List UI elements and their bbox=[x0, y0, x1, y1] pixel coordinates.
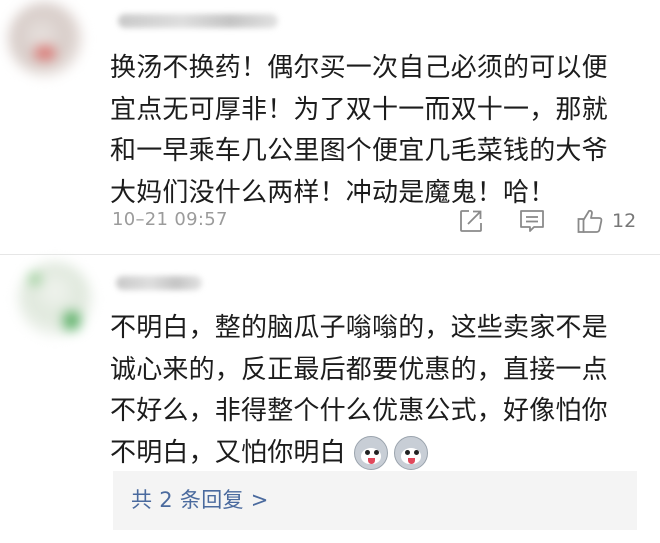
comment-feed: 换汤不换药！偶尔买一次自己必须的可以便 宜点无可厚非！为了双十一而双十一，那就 … bbox=[0, 0, 660, 543]
comment-icon bbox=[520, 210, 544, 232]
comment-timestamp: 10–21 09:57 bbox=[112, 209, 228, 230]
thumbs-up-icon bbox=[577, 209, 603, 233]
emoji-row bbox=[353, 436, 428, 470]
husky-emoji-icon bbox=[393, 436, 428, 470]
comment-line: 不好么，非得整个什么优惠公式，好像怕你 bbox=[110, 396, 608, 426]
comment-line: 不明白，又怕你明白 bbox=[110, 437, 346, 468]
comment-line: 换汤不换药！偶尔买一次自己必须的可以便 bbox=[110, 53, 608, 83]
comment-button[interactable] bbox=[518, 206, 546, 236]
share-button[interactable] bbox=[458, 206, 484, 236]
view-replies-link[interactable]: 共 2 条回复 > bbox=[131, 471, 269, 530]
comment-text: 不明白，整的脑瓜子嗡嗡的，这些卖家不是 诚心来的，反正最后都要优惠的，直接一点 … bbox=[110, 308, 608, 474]
like-count: 12 bbox=[612, 210, 637, 232]
comment-divider bbox=[0, 254, 660, 255]
username-blurred[interactable] bbox=[116, 276, 202, 290]
share-icon bbox=[460, 210, 482, 232]
comment-line: 诚心来的，反正最后都要优惠的，直接一点 bbox=[110, 354, 608, 385]
comment-line: 不明白，整的脑瓜子嗡嗡的，这些卖家不是 bbox=[110, 313, 608, 343]
replies-preview[interactable]: 共 2 条回复 > bbox=[113, 471, 637, 530]
comment-line: 和一早乘车几公里图个便宜几毛菜钱的大爷 bbox=[110, 136, 608, 166]
comment-line: 宜点无可厚非！为了双十一而双十一，那就 bbox=[110, 94, 608, 125]
user-avatar[interactable] bbox=[18, 262, 92, 336]
comment-text: 换汤不换药！偶尔买一次自己必须的可以便 宜点无可厚非！为了双十一而双十一，那就 … bbox=[110, 48, 608, 214]
comment-line-with-emoji: 不明白，又怕你明白 bbox=[110, 433, 608, 475]
like-button[interactable]: 12 bbox=[576, 206, 636, 236]
username-blurred[interactable] bbox=[118, 14, 278, 28]
husky-emoji-icon bbox=[353, 436, 388, 470]
user-avatar[interactable] bbox=[8, 2, 82, 76]
